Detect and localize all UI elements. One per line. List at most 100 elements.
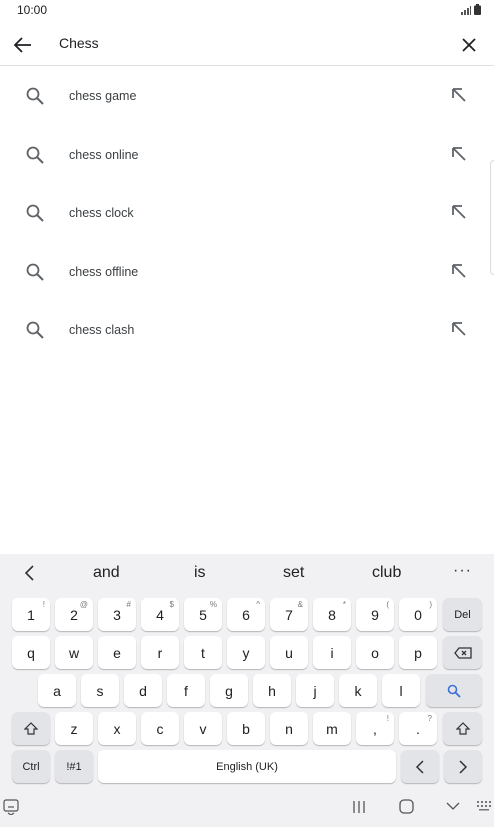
key-2[interactable]: 2 @ [55, 598, 93, 631]
key-o[interactable]: o [356, 636, 394, 669]
suggestion-item[interactable]: chess clock [0, 184, 494, 243]
suggestion-item[interactable]: chess online [0, 126, 494, 185]
prediction-word[interactable]: club [372, 564, 401, 582]
key-label: 5 [199, 606, 207, 623]
fill-query-arrow-icon[interactable] [451, 146, 467, 162]
keyboard-toggle-icon[interactable] [3, 799, 19, 815]
backspace-button[interactable] [443, 636, 482, 669]
key-label: 7 [285, 606, 293, 623]
fill-query-arrow-icon[interactable] [451, 321, 467, 337]
chevron-left-icon [415, 759, 424, 774]
chevron-right-icon [459, 759, 468, 774]
key-p[interactable]: p [399, 636, 437, 669]
prediction-word[interactable]: set [283, 564, 304, 582]
more-options-button[interactable]: ··· [453, 562, 472, 580]
ctrl-key[interactable]: Ctrl [12, 750, 50, 783]
prediction-word[interactable]: is [194, 564, 206, 582]
key-8[interactable]: 8 * [313, 598, 351, 631]
key-5[interactable]: 5% [184, 598, 222, 631]
suggestion-item[interactable]: chess offline [0, 243, 494, 302]
recent-apps-icon[interactable] [352, 800, 366, 814]
key-1[interactable]: 1! [12, 598, 50, 631]
key-h[interactable]: h [253, 674, 291, 707]
key-alt: # [126, 600, 131, 609]
close-icon [462, 38, 476, 52]
key-alt: % [209, 600, 217, 609]
delete-button[interactable]: Del [443, 598, 482, 631]
key-c[interactable]: c [141, 712, 179, 745]
battery-icon [474, 4, 481, 15]
shift-key[interactable] [12, 712, 50, 745]
key-f[interactable]: f [167, 674, 205, 707]
fill-query-arrow-icon[interactable] [451, 263, 467, 279]
search-key[interactable] [426, 674, 482, 707]
key-6[interactable]: 6 ^ [227, 598, 265, 631]
key-i[interactable]: i [313, 636, 351, 669]
key-b[interactable]: b [227, 712, 265, 745]
home-icon[interactable] [399, 799, 414, 814]
key-alt: @ [79, 600, 88, 609]
cursor-left-key[interactable] [401, 750, 439, 783]
prediction-word[interactable]: and [93, 564, 120, 582]
key-9[interactable]: 9( [356, 598, 394, 631]
key-s[interactable]: s [81, 674, 119, 707]
fill-query-arrow-icon[interactable] [451, 204, 467, 220]
clear-button[interactable] [456, 32, 482, 58]
status-time: 10:00 [17, 3, 48, 17]
key-comma[interactable]: ,! [356, 712, 394, 745]
key-q[interactable]: q [12, 636, 50, 669]
key-m[interactable]: m [313, 712, 351, 745]
key-k[interactable]: k [339, 674, 377, 707]
suggestion-text: chess offline [69, 264, 139, 279]
key-j[interactable]: j [296, 674, 334, 707]
keyboard-grid-icon[interactable] [477, 801, 491, 811]
key-x[interactable]: x [98, 712, 136, 745]
key-alt: ! [42, 600, 45, 609]
back-button[interactable] [10, 32, 36, 58]
key-alt: ( [386, 600, 389, 609]
suggestion-text: chess online [69, 147, 139, 162]
suggestion-item[interactable]: chess game [0, 67, 494, 126]
key-alt: $ [169, 600, 174, 609]
key-label: , [373, 720, 377, 737]
key-g[interactable]: g [210, 674, 248, 707]
key-3[interactable]: 3 # [98, 598, 136, 631]
key-z[interactable]: z [55, 712, 93, 745]
chevron-down-icon[interactable] [446, 802, 460, 811]
key-4[interactable]: 4 $ [141, 598, 179, 631]
key-alt: ? [427, 714, 432, 723]
key-d[interactable]: d [124, 674, 162, 707]
signal-icon [461, 6, 471, 15]
suggestion-text: chess game [69, 89, 137, 103]
key-a[interactable]: a [38, 674, 76, 707]
suggestion-item[interactable]: chess clash [0, 301, 494, 360]
key-period[interactable]: .? [399, 712, 437, 745]
key-y[interactable]: y [227, 636, 265, 669]
key-alt: & [297, 600, 303, 609]
key-n[interactable]: n [270, 712, 308, 745]
search-icon [447, 684, 461, 698]
key-w[interactable]: w [55, 636, 93, 669]
key-t[interactable]: t [184, 636, 222, 669]
key-l[interactable]: l [382, 674, 420, 707]
search-bar: Chess [0, 22, 494, 66]
chevron-left-icon[interactable] [20, 563, 40, 583]
symbols-key[interactable]: !#1 [55, 750, 93, 783]
cursor-right-key[interactable] [444, 750, 482, 783]
key-7[interactable]: 7 & [270, 598, 308, 631]
key-label: 2 [70, 606, 78, 623]
suggestion-list: chess game chess online chess clock ches… [0, 67, 494, 360]
arrow-left-icon [14, 37, 31, 53]
fill-query-arrow-icon[interactable] [451, 87, 467, 103]
key-0[interactable]: 0) [399, 598, 437, 631]
edge-panel-handle[interactable] [490, 160, 494, 275]
key-v[interactable]: v [184, 712, 222, 745]
key-e[interactable]: e [98, 636, 136, 669]
key-label: 1 [27, 606, 35, 623]
shift-key-right[interactable] [443, 712, 482, 745]
key-u[interactable]: u [270, 636, 308, 669]
search-input[interactable]: Chess [59, 35, 99, 51]
shift-icon [24, 721, 38, 735]
key-r[interactable]: r [141, 636, 179, 669]
space-bar[interactable]: English (UK) [98, 750, 396, 783]
